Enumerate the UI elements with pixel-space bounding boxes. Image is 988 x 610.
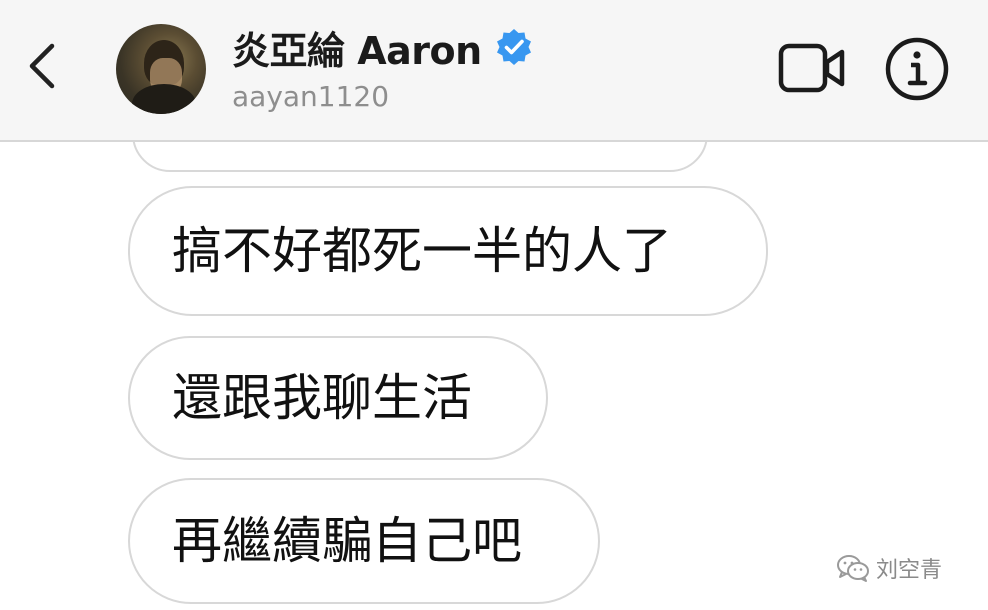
message-bubble[interactable]: 搞不好都死一半的人了 [128,186,768,316]
info-button[interactable] [884,36,950,102]
verified-badge-icon [496,29,531,65]
message-text: 還跟我聊生活 [172,369,472,427]
message-bubble[interactable]: 再繼續騙自己吧 [128,478,600,604]
video-call-button[interactable] [778,40,848,96]
profile-name-row[interactable]: 炎亞綸 Aaron [232,22,534,73]
message-text: 搞不好都死一半的人了 [172,222,672,280]
info-icon [885,37,949,101]
message-bubble[interactable]: 還跟我聊生活 [128,336,548,460]
back-button[interactable] [20,36,64,96]
avatar[interactable] [116,24,206,114]
chat-screen: 炎亞綸 Aaron aayan1120 搞不好都死一半的人了 還跟我聊生活 再繼… [0,0,988,610]
username: aayan1120 [232,80,390,113]
video-call-icon [778,43,845,93]
watermark: 刘空青 [836,552,942,584]
message-text: 再繼續騙自己吧 [172,512,522,570]
watermark-text: 刘空青 [876,558,943,583]
wechat-icon [837,555,869,582]
display-name: 炎亞綸 Aaron [232,28,482,73]
chat-header: 炎亞綸 Aaron aayan1120 [0,0,988,142]
chevron-left-icon [29,43,55,89]
